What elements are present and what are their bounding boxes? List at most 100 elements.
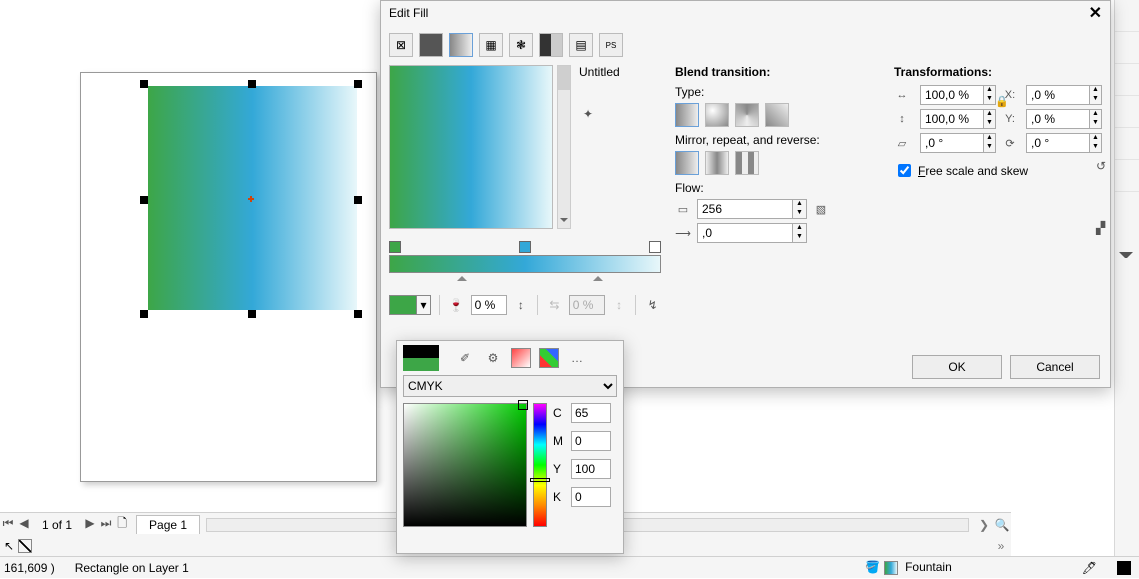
fill-indicator[interactable]: 🪣 Fountain [865,560,951,575]
spin-up[interactable]: ▲ [793,224,806,233]
y-offset-input[interactable] [1026,109,1090,129]
fill-type-fountain[interactable] [449,33,473,57]
fill-type-none[interactable]: ⊠ [389,33,413,57]
height-input[interactable] [920,109,984,129]
fill-type-two-color[interactable] [539,33,563,57]
selection-handle-ne[interactable] [354,80,362,88]
channel-k-input[interactable] [571,487,611,507]
spin-down[interactable]: ▼ [1090,143,1101,152]
chevron-down-icon[interactable] [560,218,568,226]
selection-center-icon[interactable] [248,196,254,202]
chevron-down-icon[interactable]: ▾ [417,295,431,315]
lock-aspect-icon[interactable]: 🔒 [994,93,1010,109]
flow-accel-field[interactable] [697,223,793,243]
docker-slot[interactable] [1115,96,1139,128]
sliders-view-icon[interactable]: ⚙ [483,348,503,368]
docker-slot[interactable] [1115,128,1139,160]
fill-type-texture[interactable]: ▤ [569,33,593,57]
spin-up[interactable]: ▲ [1090,86,1101,95]
color-field-cursor[interactable] [518,400,528,410]
type-rectangular-button[interactable] [765,103,789,127]
spin-down[interactable]: ▼ [984,119,995,128]
width-input[interactable] [920,85,984,105]
selection-handle-sw[interactable] [140,310,148,318]
repeat-default-button[interactable] [675,151,699,175]
flow-steps-field[interactable] [697,199,793,219]
color-field[interactable] [403,403,527,527]
free-scale-checkbox[interactable]: FFree scale and skewree scale and skew [894,161,1102,180]
spin-down[interactable]: ▼ [793,209,806,218]
selection-handle-w[interactable] [140,196,148,204]
node-transparency-input[interactable] [471,295,507,315]
steps-lock-icon[interactable]: ▧ [813,201,829,217]
share-preset-icon[interactable]: ✦ [579,105,597,123]
scroll-right-button[interactable]: ❯ [975,518,993,532]
spin-up[interactable]: ▲ [984,134,995,143]
repeat-mirror-button[interactable] [705,151,729,175]
add-page-button[interactable]: 🗋 [114,514,130,535]
selection-handle-n[interactable] [248,80,256,88]
fountain-preview[interactable] [389,65,553,229]
color-model-select[interactable]: CMYK [403,375,617,397]
cancel-button[interactable]: Cancel [1010,355,1100,379]
selection-handle-s[interactable] [248,310,256,318]
docker-expand-icon[interactable] [1119,252,1133,266]
spin-up[interactable]: ▲ [1090,110,1101,119]
copy-properties-icon[interactable]: ▞ [1096,221,1106,235]
selection-handle-e[interactable] [354,196,362,204]
outline-pen-icon[interactable]: 🖊 [1082,561,1097,575]
channel-c-input[interactable] [571,403,611,423]
spin-down[interactable]: ▼ [793,233,806,242]
spin-up[interactable]: ▲ [984,110,995,119]
midpoint-marker[interactable] [593,271,603,281]
zoom-tool-icon[interactable]: 🔍 [993,518,1011,532]
color-viewer-icon[interactable] [511,348,531,368]
channel-y-input[interactable] [571,459,611,479]
hue-slider[interactable] [533,403,547,527]
ok-button[interactable]: OK [912,355,1002,379]
docker-slot[interactable] [1115,160,1139,192]
eyedropper-icon[interactable]: ✐ [455,348,475,368]
docker-slot[interactable] [1115,32,1139,64]
fill-type-uniform[interactable] [419,33,443,57]
node-transparency-spin[interactable]: ↕ [513,296,530,314]
hue-slider-thumb[interactable] [530,478,550,482]
gradient-node-end[interactable] [649,241,661,253]
repeat-repeat-button[interactable] [735,151,759,175]
spin-down[interactable]: ▼ [984,143,995,152]
channel-m-input[interactable] [571,431,611,451]
gradient-node-start[interactable] [389,241,401,253]
preset-scrollbar[interactable] [557,65,571,229]
type-conical-button[interactable] [735,103,759,127]
spin-up[interactable]: ▲ [793,200,806,209]
scrollbar-thumb[interactable] [558,66,570,90]
no-fill-icon[interactable] [18,539,32,553]
spin-down[interactable]: ▼ [1090,119,1101,128]
more-options-icon[interactable]: … [567,348,587,368]
midpoint-marker[interactable] [457,271,467,281]
next-page-button[interactable]: ▶ [82,516,98,534]
dialog-titlebar[interactable]: Edit Fill ✕ [381,1,1110,25]
x-offset-input[interactable] [1026,85,1090,105]
first-page-button[interactable]: ⏮ [0,516,16,534]
reverse-gradient-icon[interactable]: ↯ [644,296,661,314]
skew-input[interactable] [920,133,984,153]
fill-type-vector-pattern[interactable]: ▦ [479,33,503,57]
spin-up[interactable]: ▲ [1090,134,1101,143]
docker-slot[interactable] [1115,64,1139,96]
type-elliptical-button[interactable] [705,103,729,127]
free-scale-check[interactable] [898,164,911,177]
selection-handle-se[interactable] [354,310,362,318]
gradient-node-mid[interactable] [519,241,531,253]
spin-down[interactable]: ▼ [1090,95,1101,104]
docker-slot[interactable] [1115,0,1139,32]
palettes-view-icon[interactable] [539,348,559,368]
reverse-direction-icon[interactable]: ↺ [1096,159,1106,173]
prev-page-button[interactable]: ◀ [16,516,32,534]
flow-accel-input[interactable]: ▲▼ [697,223,807,243]
node-color-picker[interactable]: ▾ [389,295,431,315]
flow-steps-input[interactable]: ▲▼ [697,199,807,219]
selection-handle-nw[interactable] [140,80,148,88]
page-tab[interactable]: Page 1 [136,515,200,534]
gradient-bar[interactable] [389,255,661,273]
